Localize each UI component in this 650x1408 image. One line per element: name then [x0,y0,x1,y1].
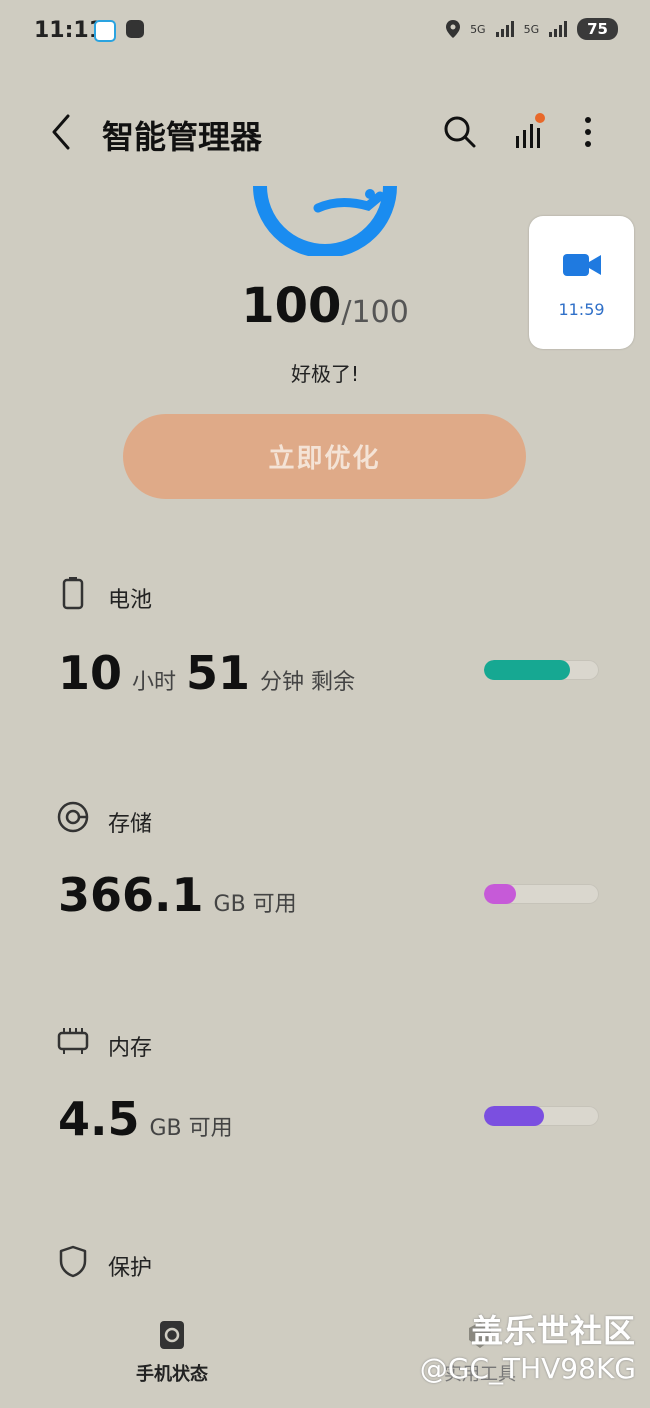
battery-title: 电池 [108,588,153,613]
status-bar: 11:11 5G 5G 75 [0,0,650,62]
battery-hours: 10 [58,646,123,700]
memory-chip-icon [57,1028,89,1054]
battery-remaining: 10 小时 51 分钟 剩余 [58,646,365,700]
network-type-2: 5G [523,22,540,36]
shield-icon [59,1245,87,1278]
memory-level-fill [484,1106,544,1126]
watermark-community: 盖乐世社区 [470,1312,636,1350]
memory-value: 4.5 [58,1092,140,1146]
recording-time: 11:59 [558,300,605,319]
score-gauge-graphic [253,186,397,256]
network-type-1: 5G [470,22,486,36]
signal-icon-2 [549,21,568,37]
storage-level-fill [484,884,517,904]
storage-unit: GB 可用 [213,892,297,917]
battery-minutes-unit: 分钟 剩余 [260,670,356,695]
signal-icon-1 [495,21,514,37]
optimize-now-button[interactable]: 立即优化 [123,414,526,499]
storage-icon [57,801,89,833]
video-camera-icon [563,254,601,276]
battery-indicator: 75 [577,18,618,40]
search-icon[interactable] [440,112,480,152]
memory-title: 内存 [108,1036,153,1061]
back-arrow-icon[interactable] [46,112,76,152]
page-title: 智能管理器 [102,118,263,156]
storage-level-bar [484,884,599,904]
storage-available: 366.1 GB 可用 [58,868,307,922]
score-status: 好极了! [290,362,360,386]
more-options-icon[interactable] [568,112,608,152]
memory-available: 4.5 GB 可用 [58,1092,243,1146]
battery-icon [62,577,84,610]
battery-level-fill [484,660,571,680]
location-icon [446,20,461,38]
memory-level-bar [484,1106,599,1126]
gallery-notification-icon [126,20,144,38]
storage-title: 存储 [108,812,153,837]
floating-recording-widget[interactable]: 11:59 [529,216,634,349]
stats-icon[interactable] [510,112,550,152]
tab-phone-status-label: 手机状态 [136,1364,208,1385]
app-header: 智能管理器 [0,98,650,170]
message-notification-icon [94,20,116,42]
score-max: /100 [341,295,409,330]
storage-value: 366.1 [58,868,204,922]
protection-title: 保护 [108,1256,153,1281]
watermark-user-id: @GC_THV98KG [419,1352,636,1385]
phone-status-icon [160,1321,184,1349]
tab-phone-status[interactable]: 手机状态 [82,1320,262,1386]
battery-level-bar [484,660,599,680]
battery-hours-unit: 小时 [132,670,177,695]
battery-minutes: 51 [186,646,251,700]
memory-unit: GB 可用 [149,1116,233,1141]
score-value: 100 [241,278,342,334]
